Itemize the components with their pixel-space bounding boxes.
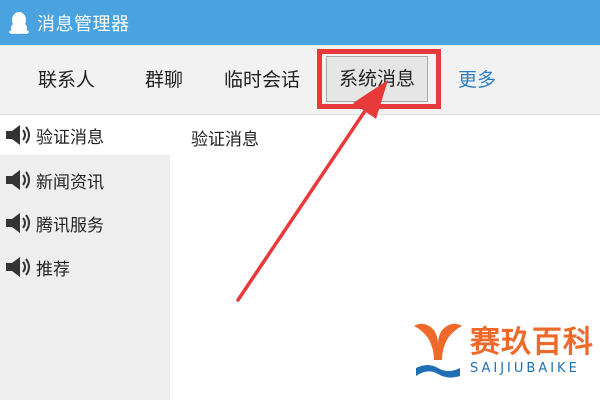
speaker-icon	[5, 123, 35, 147]
speaker-icon	[5, 211, 35, 235]
sidebar-item-label: 推荐	[36, 259, 70, 280]
tab-contacts[interactable]: 联系人	[38, 45, 95, 115]
watermark-logo: 赛玖百科 SAIJIUBAIKE	[410, 318, 595, 384]
window-title: 消息管理器	[37, 13, 130, 35]
tab-group-chat[interactable]: 群聊	[145, 45, 183, 115]
sidebar: 验证消息 新闻资讯 腾讯服务 推荐	[0, 115, 170, 400]
tab-system-messages[interactable]: 系统消息	[326, 56, 429, 102]
sidebar-item-label: 验证消息	[36, 127, 104, 148]
content-heading: 验证消息	[191, 130, 259, 150]
tab-bar: 联系人 群聊 临时会话 系统消息 更多	[0, 45, 600, 115]
watermark-name-cn: 赛玖百科	[470, 325, 594, 360]
tab-temp-session[interactable]: 临时会话	[224, 45, 300, 115]
watermark-name-en: SAIJIUBAIKE	[470, 361, 580, 376]
sidebar-item-verification[interactable]: 验证消息	[0, 115, 170, 155]
speaker-icon	[5, 168, 35, 192]
sidebar-item-label: 新闻资讯	[36, 172, 104, 193]
sidebar-item-label: 腾讯服务	[36, 215, 104, 236]
penguin-icon	[9, 10, 31, 36]
sidebar-item-news[interactable]: 新闻资讯	[0, 160, 170, 200]
speaker-icon	[5, 255, 35, 279]
sidebar-item-recommend[interactable]: 推荐	[0, 247, 170, 287]
tab-more[interactable]: 更多	[458, 45, 496, 115]
title-bar: 消息管理器	[0, 0, 600, 45]
sidebar-item-tencent-services[interactable]: 腾讯服务	[0, 203, 170, 243]
whale-tail-icon	[410, 318, 466, 384]
